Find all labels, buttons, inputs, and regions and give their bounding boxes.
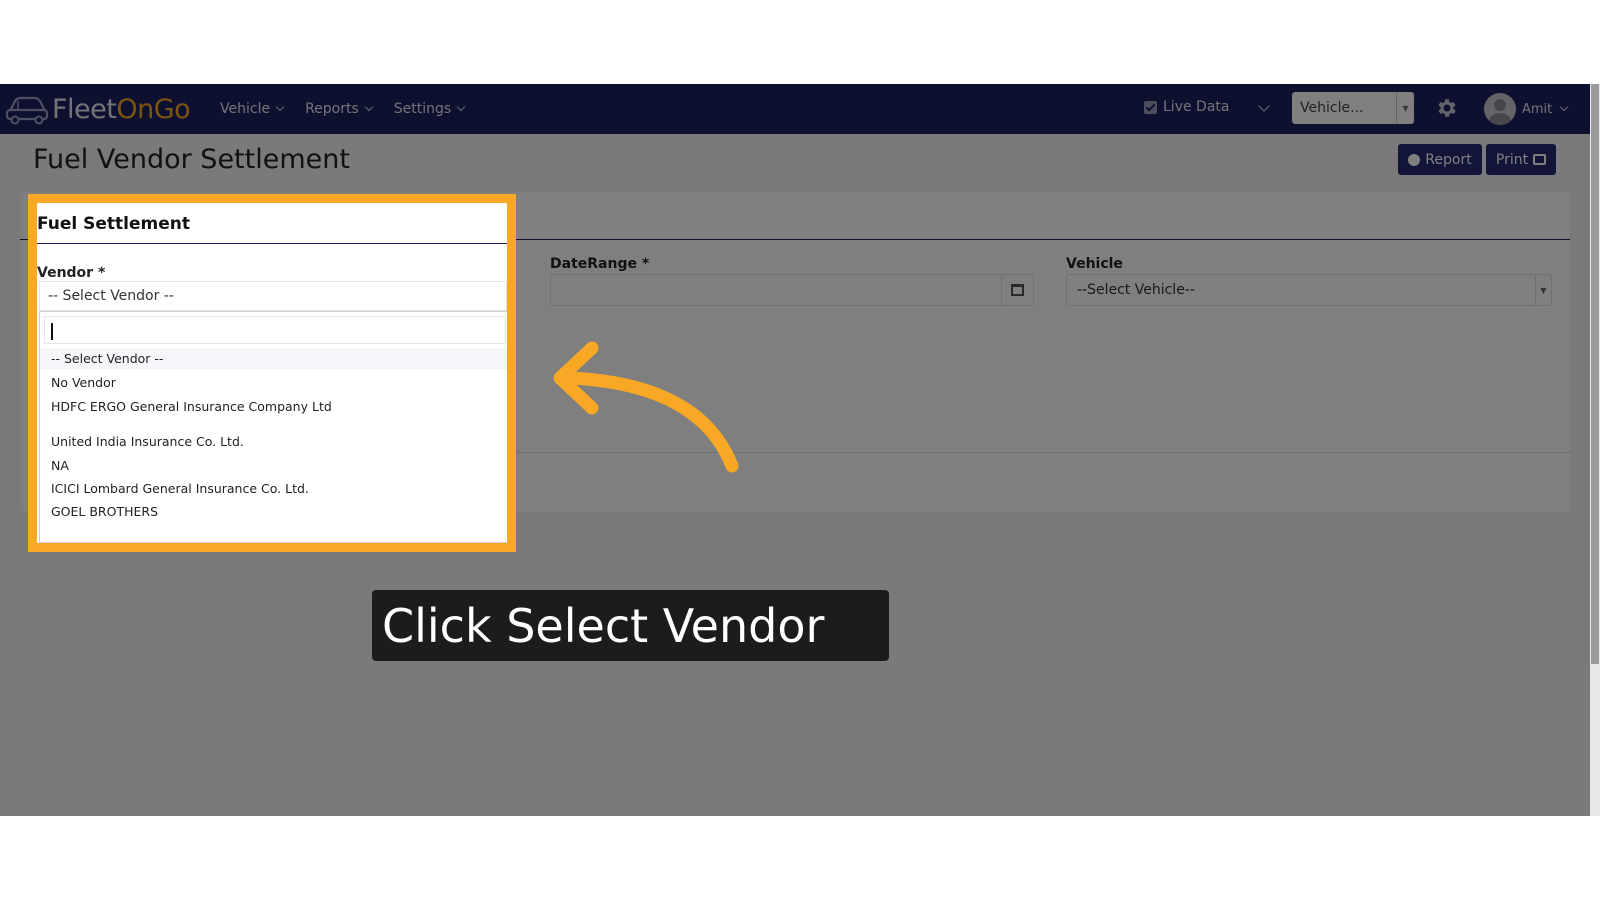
vendor-option[interactable]: United India Insurance Co. Ltd. — [51, 434, 244, 449]
card-title: Fuel Settlement — [37, 214, 190, 234]
tutorial-caption: Click Select Vendor — [372, 590, 889, 661]
vendor-option[interactable]: ICICI Lombard General Insurance Co. Ltd. — [51, 481, 309, 496]
vendor-option[interactable]: No Vendor — [51, 375, 116, 390]
vendor-option[interactable]: NA — [51, 458, 69, 473]
vendor-option[interactable]: GOEL BROTHERS — [51, 504, 158, 519]
text-cursor — [51, 323, 53, 340]
vendor-select[interactable]: -- Select Vendor -- — [39, 281, 507, 311]
scrollbar-thumb[interactable] — [1591, 84, 1599, 664]
app-frame: FleetOnGo Vehicle Reports Settings Live … — [0, 84, 1600, 816]
card-header-line — [37, 243, 507, 244]
vendor-search-input[interactable] — [44, 316, 506, 344]
vendor-dropdown: -- Select Vendor -- No Vendor HDFC ERGO … — [39, 311, 507, 543]
vendor-option[interactable]: HDFC ERGO General Insurance Company Ltd — [51, 399, 332, 414]
curved-arrow-icon — [553, 341, 739, 473]
vendor-label: Vendor * — [37, 265, 106, 281]
vendor-highlight-box: Fuel Settlement Vendor * -- Select Vendo… — [28, 194, 516, 552]
vendor-option[interactable]: -- Select Vendor -- — [40, 348, 507, 370]
vendor-select-value: -- Select Vendor -- — [48, 288, 174, 304]
